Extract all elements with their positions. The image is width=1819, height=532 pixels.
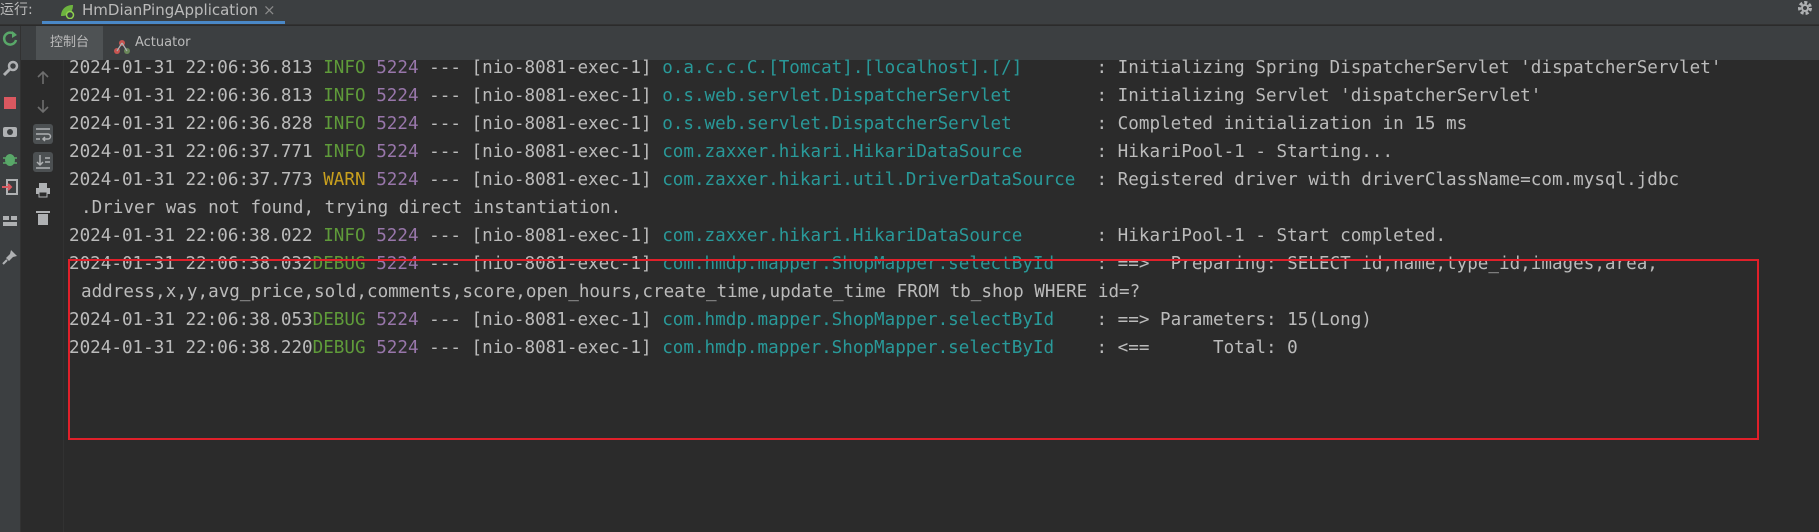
up-arrow-icon[interactable] (33, 68, 53, 88)
camera-icon[interactable] (1, 122, 19, 140)
log-timestamp: 2024-01-31 22:06:38.022 (69, 226, 313, 246)
log-space (366, 142, 377, 162)
spring-boot-icon (58, 3, 76, 20)
log-logger: com.zaxxer.hikari.HikariDataSource (662, 226, 1086, 246)
log-space (366, 58, 377, 78)
log-level: INFO (312, 86, 366, 106)
log-thread: --- [nio-8081-exec-1] (418, 170, 663, 190)
print-icon[interactable] (33, 180, 53, 200)
log-thread: --- [nio-8081-exec-1] (418, 142, 663, 162)
log-level: INFO (312, 142, 366, 162)
pin-icon[interactable] (1, 248, 19, 266)
log-thread: --- [nio-8081-exec-1] (418, 86, 663, 106)
close-icon[interactable]: × (263, 0, 276, 20)
log-space (366, 170, 377, 190)
highlight-box (68, 259, 1759, 440)
log-pid: 5224 (376, 114, 419, 134)
log-pid: 5224 (376, 86, 419, 106)
log-logger: o.a.c.c.C.[Tomcat].[localhost].[/] (662, 58, 1086, 78)
log-pid: 5224 (376, 226, 419, 246)
run-tab-bar: 运行: HmDianPingApplication × (0, 0, 1819, 25)
soft-wrap-icon[interactable] (33, 124, 53, 144)
log-level: INFO (312, 58, 366, 78)
log-message: : HikariPool-1 - Start completed. (1085, 226, 1447, 246)
log-level: INFO (312, 226, 366, 246)
exit-icon[interactable] (1, 178, 19, 196)
run-tab-title: HmDianPingApplication (82, 1, 259, 19)
log-logger: o.s.web.servlet.DispatcherServlet (662, 114, 1086, 134)
down-arrow-icon[interactable] (33, 96, 53, 116)
trash-icon[interactable] (33, 208, 53, 228)
stop-icon[interactable] (1, 94, 19, 112)
log-message: : HikariPool-1 - Starting... (1085, 142, 1394, 162)
log-logger: com.zaxxer.hikari.util.DriverDataSource (662, 170, 1086, 190)
gear-icon[interactable] (1795, 0, 1815, 20)
log-thread: --- [nio-8081-exec-1] (418, 58, 663, 78)
log-pid: 5224 (376, 170, 419, 190)
log-timestamp: 2024-01-31 22:06:36.813 (69, 86, 313, 106)
scroll-to-end-icon[interactable] (33, 152, 53, 172)
run-tool-window: 运行: HmDianPingApplication × 控制台 Actuator… (0, 0, 1819, 532)
log-pid: 5224 (376, 58, 419, 78)
log-thread: --- [nio-8081-exec-1] (418, 226, 663, 246)
log-message: : Initializing Spring DispatcherServlet … (1085, 58, 1722, 78)
tab-console-label: 控制台 (49, 35, 89, 50)
log-logger: o.s.web.servlet.DispatcherServlet (662, 86, 1086, 106)
console-gutter (21, 60, 64, 532)
log-level: INFO (312, 114, 366, 134)
log-thread: --- [nio-8081-exec-1] (418, 114, 663, 134)
actuator-icon (113, 35, 131, 54)
log-space (366, 114, 377, 134)
log-timestamp: 2024-01-31 22:06:37.773 (69, 170, 313, 190)
layout-icon[interactable] (1, 212, 19, 230)
log-message: : Completed initialization in 15 ms (1085, 114, 1468, 134)
log-level: WARN (312, 170, 366, 190)
wrench-icon[interactable] (1, 60, 19, 78)
run-label: 运行: (0, 2, 33, 18)
log-pid: 5224 (376, 142, 419, 162)
log-timestamp: 2024-01-31 22:06:36.828 (69, 114, 313, 134)
log-message: : Initializing Servlet 'dispatcherServle… (1085, 86, 1542, 106)
log-message: : Registered driver with driverClassName… (1085, 170, 1680, 190)
bug-icon[interactable] (1, 150, 19, 168)
log-space (366, 226, 377, 246)
rerun-icon[interactable] (1, 30, 19, 48)
tab-actuator-label: Actuator (135, 35, 191, 50)
log-space (366, 86, 377, 106)
log-timestamp: 2024-01-31 22:06:36.813 (69, 58, 313, 78)
log-logger: com.zaxxer.hikari.HikariDataSource (662, 142, 1086, 162)
run-tab-hmdianping[interactable]: HmDianPingApplication × (42, 0, 285, 24)
log-timestamp: 2024-01-31 22:06:37.771 (69, 142, 313, 162)
run-toolbar (0, 26, 21, 532)
